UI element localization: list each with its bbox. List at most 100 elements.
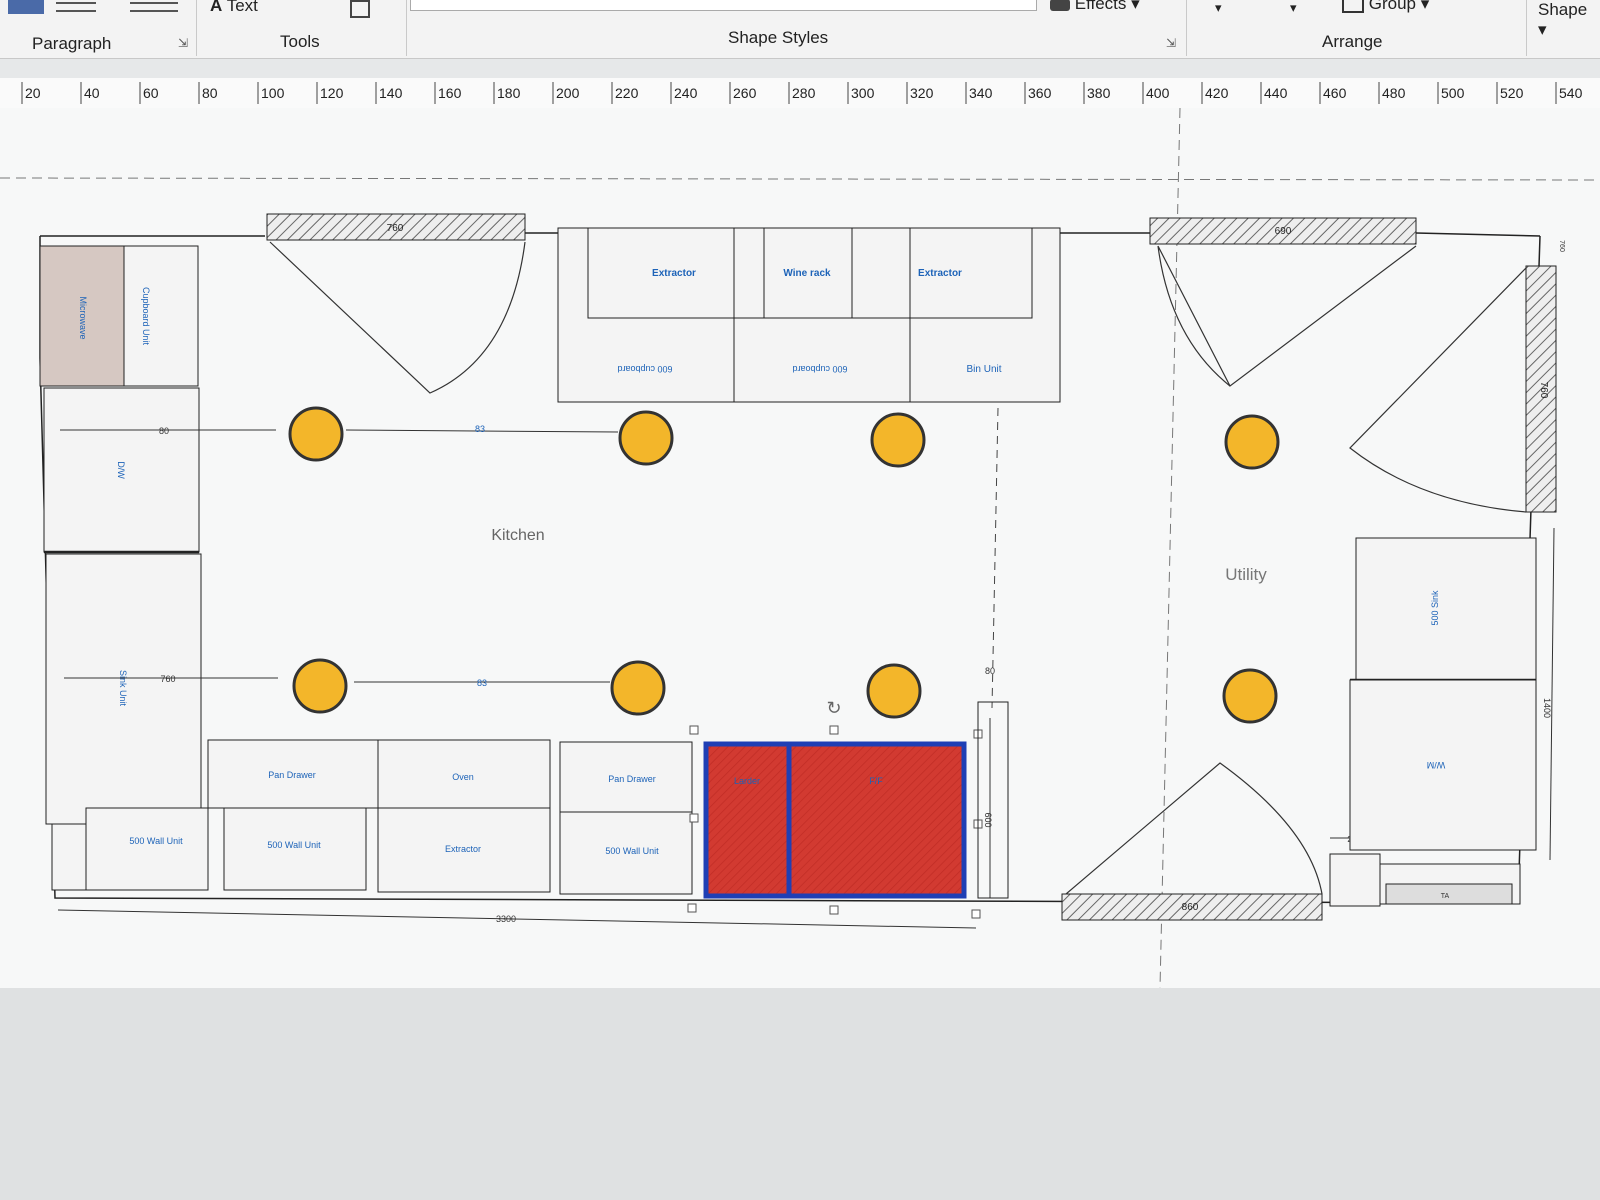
light-1[interactable]	[288, 406, 344, 462]
ruler-ticks: 20 40 60 80 100 120 140 160 180 200 220 240 260 280 30…	[21, 82, 1583, 104]
ribbon: A Text Effects ▾ ▾ ▾ Group ▾ Shape ▾ Par…	[0, 0, 1600, 59]
chevron-down-icon: ▾	[1420, 0, 1430, 13]
dw-label: D/W	[116, 461, 126, 479]
unit-dw[interactable]: D/W	[43, 387, 200, 554]
ruler-tick-label: 60	[143, 85, 159, 101]
divider	[196, 0, 197, 56]
dim-3300: 3300	[496, 914, 516, 924]
dim-600: 600	[983, 812, 993, 827]
window-left: 760	[266, 213, 526, 241]
paragraph-launcher-icon[interactable]: ⇲	[178, 36, 188, 50]
dim-83b: 83	[477, 678, 487, 688]
align-icon[interactable]	[8, 0, 44, 14]
sink-unit-label: Sink Unit	[118, 670, 128, 707]
bin-unit-label: Bin Unit	[966, 364, 1001, 375]
ruler-tick-label: 40	[84, 85, 100, 101]
wall-unit-3-label: 500 Wall Unit	[605, 846, 659, 856]
floor-plan: 760 690 760 860 Microwave Cupboard Unit	[0, 107, 1600, 989]
ruler-tick-label: 220	[615, 85, 639, 101]
window-side-label: 760	[1538, 382, 1549, 399]
dim-83a: 83	[475, 424, 485, 434]
ruler-tick-label: 20	[25, 85, 41, 101]
horizontal-ruler[interactable]: 20 40 60 80 100 120 140 160 180 200 220 240 260 280 30…	[0, 78, 1600, 109]
rotate-handle-icon[interactable]: ↻	[826, 698, 841, 718]
ruler-tick-label: 520	[1500, 85, 1524, 101]
shape-styles-group-label: Shape Styles	[728, 28, 829, 47]
ruler-tick-label: 200	[556, 85, 580, 101]
dropdown-1[interactable]: ▾	[1215, 0, 1222, 16]
paragraph-group-label: Paragraph	[32, 34, 112, 53]
ruler-tick-label: 340	[969, 85, 993, 101]
extractor-2-label: Extractor	[918, 268, 962, 279]
ruler-tick-label: 380	[1087, 85, 1111, 101]
selected-fridge-freezer[interactable]: Larder F/F	[703, 741, 967, 899]
ruler-tick-label: 460	[1323, 85, 1347, 101]
shape-styles-launcher-icon[interactable]: ⇲	[1166, 36, 1176, 50]
ruler-tick-label: 300	[851, 85, 875, 101]
ruler-tick-label: 280	[792, 85, 816, 101]
light-5[interactable]	[292, 658, 348, 714]
dim-760: 760	[160, 674, 175, 684]
window-bottom: 860	[1061, 893, 1323, 921]
divider	[1526, 0, 1527, 56]
divider	[406, 0, 407, 56]
drawing-canvas[interactable]: 760 690 760 860 Microwave Cupboard Unit	[0, 107, 1600, 989]
dim-1400: 1400	[1542, 698, 1552, 718]
unit-microwave-cupboard[interactable]: Microwave Cupboard Unit	[39, 245, 199, 387]
group-button[interactable]: Group ▾	[1342, 0, 1429, 14]
effects-button[interactable]: Effects ▾	[1050, 0, 1140, 14]
top-wall-units[interactable]	[557, 227, 1061, 403]
oven-label: Oven	[452, 772, 474, 782]
wine-rack-label: Wine rack	[783, 268, 831, 279]
window-right-label: 690	[1275, 226, 1292, 237]
group-icon	[1342, 0, 1364, 13]
window-side: 760	[1525, 265, 1557, 513]
window-bottom-label: 860	[1182, 902, 1199, 913]
light-6[interactable]	[610, 660, 666, 716]
light-7[interactable]	[866, 663, 922, 719]
ruler-tick-label: 100	[261, 85, 285, 101]
light-8[interactable]	[1222, 668, 1278, 724]
light-4[interactable]	[1224, 414, 1280, 470]
ruler-tick-label: 140	[379, 85, 403, 101]
tools-group-label: Tools	[280, 32, 320, 51]
ruler-tick-label: 400	[1146, 85, 1170, 101]
dim-80b: 80	[985, 666, 995, 676]
pan-drawer-2-label: Pan Drawer	[608, 774, 656, 784]
ruler-tick-label: 540	[1559, 85, 1583, 101]
ruler-tick-label: 240	[674, 85, 698, 101]
ruler-tick-label: 320	[910, 85, 934, 101]
wall-unit-2-label: 500 Wall Unit	[267, 840, 321, 850]
unit-sink[interactable]: Sink Unit	[45, 553, 202, 825]
larder-label: Larder	[734, 776, 760, 786]
list-icon[interactable]	[56, 2, 96, 12]
page-guide	[0, 177, 1600, 181]
ceiling-lights	[288, 406, 1280, 724]
cupboard-600-1-label: 600 cupboard	[617, 364, 672, 374]
kitchen-label: Kitchen	[491, 527, 544, 544]
light-3[interactable]	[870, 412, 926, 468]
ruler-tick-label: 360	[1028, 85, 1052, 101]
utility-label: Utility	[1225, 565, 1267, 584]
window-left-label: 760	[387, 223, 404, 234]
wm-label: W/M	[1427, 760, 1446, 770]
ruler-tick-label: 180	[497, 85, 521, 101]
dim-80: 80	[159, 426, 169, 436]
shape-style-gallery[interactable]	[410, 0, 1037, 11]
ruler-tick-label: 480	[1382, 85, 1406, 101]
ta-label: TA	[1441, 893, 1450, 900]
effects-icon	[1050, 0, 1070, 11]
pan-drawer-1-label: Pan Drawer	[268, 770, 316, 780]
wall-unit-1-label: 500 Wall Unit	[129, 836, 183, 846]
ruler-tick-label: 160	[438, 85, 462, 101]
freezer-label: F/F	[869, 776, 883, 786]
indent-icon[interactable]	[130, 2, 178, 12]
text-tool-button[interactable]: A Text	[210, 0, 258, 16]
chevron-down-icon: ▾	[1131, 0, 1140, 13]
shape-button[interactable]: Shape ▾	[1538, 0, 1600, 40]
dropdown-2[interactable]: ▾	[1290, 0, 1297, 16]
light-2[interactable]	[618, 410, 674, 466]
divider	[1186, 0, 1187, 56]
dashed-divider	[991, 407, 999, 709]
connector-icon[interactable]	[350, 0, 370, 18]
